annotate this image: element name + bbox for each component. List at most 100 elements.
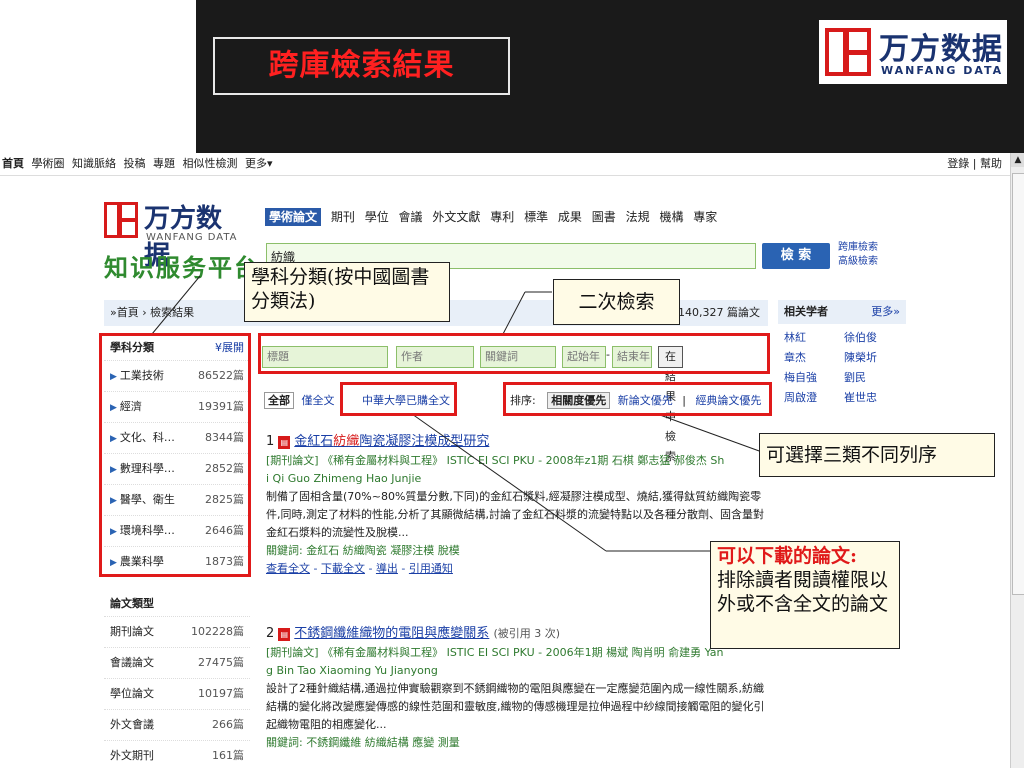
account-links: 登錄 | 幫助 <box>947 153 1002 175</box>
result-title-link[interactable]: 不銹鋼纖維織物的電阻與應變關系 <box>294 626 489 641</box>
result-number: 2 <box>266 626 275 641</box>
tab-conferences[interactable]: 會議 <box>399 210 423 224</box>
wanfang-logo: 万方数据 WANFANG DATA <box>819 20 1007 84</box>
vertical-scrollbar[interactable]: ▲ <box>1010 153 1024 768</box>
result-meta-authors: g Bin Tao Xiaoming Yu Jianyong <box>266 664 438 677</box>
scope-fulltext-only[interactable]: 僅全文 <box>302 394 335 407</box>
type-item[interactable]: 期刊論文 102228篇 <box>104 616 250 647</box>
type-item-count: 102228篇 <box>191 625 244 638</box>
scholar-name[interactable]: 崔世忠 <box>844 390 904 406</box>
type-item-label: 外文會議 <box>110 718 154 731</box>
result-abstract: 制備了固相含量(70%~80%質量分數,下同)的金紅石漿料,經凝膠注模成型、燒結… <box>266 490 764 539</box>
nav-similarity-check[interactable]: 相似性檢測 <box>183 157 238 170</box>
login-link[interactable]: 登錄 <box>947 157 969 170</box>
subject-classification-callout: 學科分類(按中國圖書分類法) <box>244 262 450 322</box>
site-logo[interactable]: 万方数据 WANFANG DATA 知识服务平台 <box>104 202 258 282</box>
result-title-text: 不銹鋼纖維織物的電阻與應變關系 <box>294 626 490 641</box>
tab-institutions[interactable]: 機構 <box>659 210 683 224</box>
site-logo-english: WANFANG DATA <box>146 232 238 243</box>
citation-count: (被引用 3 次) <box>493 627 561 640</box>
site-logo-icon <box>104 202 138 238</box>
type-item[interactable]: 學位論文 10197篇 <box>104 678 250 709</box>
tab-achievements[interactable]: 成果 <box>558 210 582 224</box>
tab-patents[interactable]: 專利 <box>490 210 514 224</box>
type-item-count: 10197篇 <box>198 687 244 700</box>
result-title-link[interactable]: 金紅石紡織陶瓷凝膠注模成型研究 <box>294 434 489 449</box>
nav-home[interactable]: 首頁 <box>2 157 24 170</box>
slide-banner: 跨庫檢索結果 万方数据 WANFANG DATA <box>0 0 1024 153</box>
downloadable-callout-body: 排除讀者閱讀權限以外或不含全文的論文 <box>717 569 889 615</box>
view-fulltext-link[interactable]: 查看全文 <box>266 562 310 575</box>
breadcrumb-home[interactable]: »首頁 <box>110 306 139 319</box>
tab-degrees[interactable]: 學位 <box>365 210 389 224</box>
export-link[interactable]: 導出 <box>376 562 398 575</box>
result-abstract: 設計了2種針織結構,通過拉伸實驗觀察到不銹鋼織物的電阻與應變在一定應變范圍內成一… <box>266 682 765 731</box>
nav-academic-circle[interactable]: 學術圈 <box>32 157 65 170</box>
result-title-line: 1 ▤ 金紅石紡織陶瓷凝膠注模成型研究 <box>266 432 766 452</box>
subject-facet-highlight <box>99 333 251 577</box>
scholar-name[interactable]: 章杰 <box>784 350 844 366</box>
type-item[interactable]: 外文期刊 161篇 <box>104 740 250 771</box>
nav-divider: | <box>972 157 977 170</box>
scholar-name[interactable]: 陳榮圻 <box>844 350 904 366</box>
result-title-text: 陶瓷凝膠注模成型研究 <box>359 434 490 449</box>
tab-experts[interactable]: 專家 <box>693 210 717 224</box>
site-nav-bar: 首頁 學術圈 知識脈絡 投稿 專題 相似性檢測 更多▾ 登錄 | 幫助 <box>0 153 1010 176</box>
type-item-count: 161篇 <box>212 749 244 762</box>
type-item[interactable]: 外文會議 266篇 <box>104 709 250 740</box>
nav-more[interactable]: 更多▾ <box>245 157 273 170</box>
download-fulltext-link[interactable]: 下載全文 <box>321 562 365 575</box>
cross-search-link[interactable]: 跨庫檢索 <box>838 241 878 255</box>
result-meta-authors: i Qi Guo Zhimeng Hao Junjie <box>266 472 422 485</box>
result-meta: [期刊論文] 《稀有金屬材料與工程》 ISTIC EI SCI PKU - 20… <box>266 454 725 467</box>
pdf-icon: ▤ <box>278 628 291 641</box>
slide-title-box: 跨庫檢索結果 <box>213 37 510 95</box>
scholar-name[interactable]: 周啟澄 <box>784 390 844 406</box>
type-item-label: 學位論文 <box>110 687 154 700</box>
result-title-highlight: 紡織 <box>333 434 360 449</box>
platform-name: 知识服务平台 <box>104 253 260 282</box>
type-item-label: 會議論文 <box>110 656 154 669</box>
downloadable-papers-callout: 可以下載的論文: 排除讀者閱讀權限以外或不含全文的論文 <box>710 541 900 649</box>
scholars-title: 相关学者 <box>784 305 828 318</box>
tab-standards[interactable]: 標準 <box>524 210 548 224</box>
scholars-more-link[interactable]: 更多» <box>871 300 900 324</box>
scholar-name[interactable]: 林紅 <box>784 330 844 346</box>
nav-knowledge-map[interactable]: 知識脈絡 <box>72 157 116 170</box>
logo-english-name: WANFANG DATA <box>881 64 1004 77</box>
result-actions: 查看全文 - 下載全文 - 導出 - 引用通知 <box>266 562 453 575</box>
result-item: 1 ▤ 金紅石紡織陶瓷凝膠注模成型研究 [期刊論文] 《稀有金屬材料與工程》 IST… <box>266 432 766 578</box>
slide-title: 跨庫檢索結果 <box>268 48 455 83</box>
breadcrumb-separator: › <box>142 306 147 319</box>
type-item-label: 期刊論文 <box>110 625 154 638</box>
result-count: 140,327 篇論文 <box>678 306 760 319</box>
scholar-name[interactable]: 徐伯俊 <box>844 330 904 346</box>
advanced-search-link[interactable]: 高級檢索 <box>838 255 878 269</box>
scroll-thumb[interactable] <box>1012 173 1024 595</box>
result-title-text: 金紅石 <box>294 434 334 449</box>
scholar-name[interactable]: 劉民 <box>844 370 904 386</box>
search-button[interactable]: 檢 索 <box>762 243 830 269</box>
scope-all[interactable]: 全部 <box>264 392 294 409</box>
nav-submit[interactable]: 投稿 <box>124 157 146 170</box>
result-item: 2 ▤ 不銹鋼纖維織物的電阻與應變關系 (被引用 3 次) [期刊論文] 《稀有金屬… <box>266 624 766 752</box>
tab-foreign-literature[interactable]: 外文文獻 <box>432 210 480 224</box>
scholars-header: 相关学者 更多» <box>778 300 906 324</box>
result-keywords: 關鍵詞: 金紅石 紡織陶瓷 凝膠注模 脫模 <box>266 544 460 557</box>
scroll-up-arrow-icon[interactable]: ▲ <box>1011 153 1024 167</box>
type-item-count: 27475篇 <box>198 656 244 669</box>
secondary-search-callout: 二次檢索 <box>553 279 680 325</box>
site-nav-links: 首頁 學術圈 知識脈絡 投稿 專題 相似性檢測 更多▾ <box>2 153 277 175</box>
citation-alert-link[interactable]: 引用通知 <box>409 562 453 575</box>
help-link[interactable]: 幫助 <box>980 157 1002 170</box>
nav-topics[interactable]: 專題 <box>153 157 175 170</box>
type-item[interactable]: 會議論文 27475篇 <box>104 647 250 678</box>
scholar-name[interactable]: 梅自強 <box>784 370 844 386</box>
tab-journals[interactable]: 期刊 <box>331 210 355 224</box>
tab-academic-papers[interactable]: 學術論文 <box>265 208 322 226</box>
tab-regulations[interactable]: 法規 <box>626 210 650 224</box>
banner-white-panel <box>0 0 196 153</box>
resource-tabs: 學術論文 期刊 學位 會議 外文文獻 專利 標準 成果 圖書 法規 機構 專家 <box>265 208 723 226</box>
tab-books[interactable]: 圖書 <box>592 210 616 224</box>
sort-options-highlight <box>503 382 772 416</box>
